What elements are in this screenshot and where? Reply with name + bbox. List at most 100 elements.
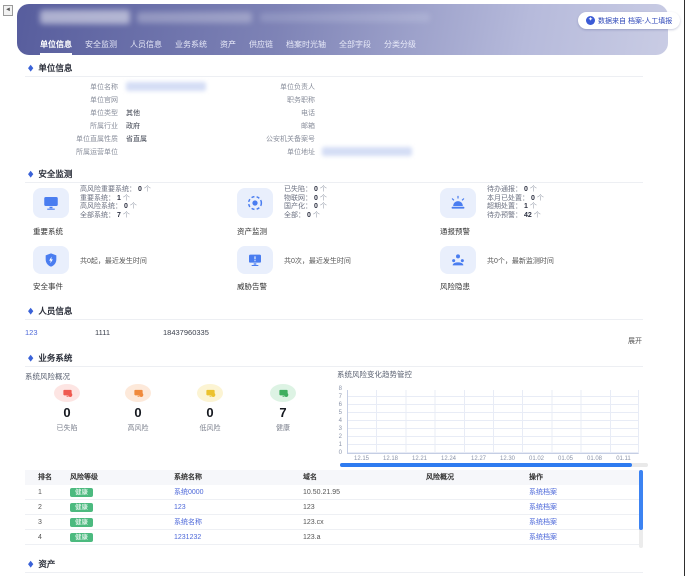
security-events-text: 共0起，最近发生时间	[80, 256, 147, 266]
stat-label: 待办预警：	[487, 212, 522, 219]
rank-cell: 4	[38, 530, 42, 545]
stat-value: 0	[524, 186, 528, 193]
card-label: 资产监测	[237, 226, 267, 237]
card-label: 通报预警	[440, 226, 470, 237]
chart-zoom-scrollbar-thumb[interactable]	[340, 463, 632, 467]
x-axis-tick: 01.11	[609, 456, 638, 462]
table-scrollbar-track[interactable]	[639, 470, 643, 548]
stat-unit: 个	[123, 212, 130, 219]
system-name-link[interactable]: 系统0000	[174, 485, 204, 500]
stat-label: 高风险重要系统：	[80, 186, 136, 193]
stat-unit: 个	[537, 195, 544, 202]
x-axis-tick: 12.21	[405, 456, 434, 462]
field-label: 电话	[228, 108, 315, 118]
stat-value: 7	[117, 212, 121, 219]
field-value: 其他	[126, 108, 226, 118]
divider	[25, 572, 643, 573]
system-archive-link[interactable]: 系统档案	[529, 530, 557, 545]
system-name-link[interactable]: 123	[174, 500, 186, 515]
monitor-alert-icon	[237, 246, 273, 274]
system-archive-link[interactable]: 系统档案	[529, 485, 557, 500]
col-header-risk-overview: 风险概况	[426, 470, 454, 485]
expand-button[interactable]: 展开	[612, 336, 642, 346]
header-banner: ✦ 数据来自 档案-人工填报 单位信息 安全监测 人员信息 业务系统 资产 供应…	[17, 4, 668, 55]
field-label: 单位类型	[30, 108, 118, 118]
tab-unit-info[interactable]: 单位信息	[40, 39, 72, 55]
col-header-system-name: 系统名称	[174, 470, 202, 485]
data-source-badge[interactable]: ✦ 数据来自 档案-人工填报	[578, 12, 680, 29]
collapse-panel-button[interactable]: ◄	[3, 5, 13, 16]
stat-caption: 已失陷	[47, 423, 87, 433]
tab-business-systems[interactable]: 业务系统	[175, 39, 207, 55]
system-archive-link[interactable]: 系统档案	[529, 500, 557, 515]
tab-assets[interactable]: 资产	[220, 39, 236, 55]
tab-personnel-info[interactable]: 人员信息	[130, 39, 162, 55]
section-header-unit-info: ◆ 单位信息	[28, 62, 72, 74]
card-label: 安全事件	[33, 281, 63, 292]
section-marker-icon: ◆	[28, 353, 33, 363]
alert-stats: 待办通报：0个 本月已处置：0个 超期处置：1个 待办预警：42个	[487, 186, 544, 220]
stat-value: 0	[314, 195, 318, 202]
y-axis-tick: 1	[328, 442, 342, 448]
personnel-name-link[interactable]: 123	[25, 328, 38, 337]
high-risk-status-icon	[125, 384, 151, 402]
tab-security-monitor[interactable]: 安全监测	[85, 39, 117, 55]
table-scrollbar-thumb[interactable]	[639, 470, 643, 530]
system-name-link[interactable]: 系统名称	[174, 515, 202, 530]
stat-unit: 个	[320, 203, 327, 210]
field-label: 所属运营单位	[30, 147, 118, 157]
system-archive-link[interactable]: 系统档案	[529, 515, 557, 530]
col-header-risk-level: 风险等级	[70, 470, 98, 485]
tab-archive-timeline[interactable]: 档案时光轴	[286, 39, 326, 55]
stat-number: 7	[263, 405, 303, 420]
stat-number: 0	[47, 405, 87, 420]
section-marker-icon: ◆	[28, 169, 33, 179]
field-label: 单位名称	[30, 82, 118, 92]
y-axis-tick: 6	[328, 402, 342, 408]
stat-label: 国产化：	[284, 203, 312, 210]
asset-monitor-icon	[237, 188, 273, 218]
tab-all-fields[interactable]: 全部字段	[339, 39, 371, 55]
compromised-status-icon	[54, 384, 80, 402]
section-marker-icon: ◆	[28, 63, 33, 73]
risk-level-badge: 健康	[70, 488, 93, 497]
alert-siren-icon	[440, 188, 476, 218]
stat-unit: 个	[130, 203, 137, 210]
x-axis-tick: 01.05	[551, 456, 580, 462]
card-label: 风险隐患	[440, 281, 470, 292]
tab-classification[interactable]: 分类分级	[384, 39, 416, 55]
divider	[25, 76, 643, 77]
section-marker-icon: ◆	[28, 306, 33, 316]
risk-level-badge: 健康	[70, 503, 93, 512]
y-axis-tick: 7	[328, 394, 342, 400]
stat-unit: 个	[144, 186, 151, 193]
asset-monitor-stats: 已失陷：0个 物联网：0个 国产化：0个 全部：0个	[284, 186, 327, 220]
rank-cell: 1	[38, 485, 42, 500]
y-axis-tick: 0	[328, 450, 342, 456]
redacted-unit-name	[126, 82, 206, 91]
stat-value: 0	[138, 186, 142, 193]
domain-cell: 123.a	[303, 530, 321, 545]
table-row: 4 健康 1231232 123.a 系统档案	[25, 530, 641, 545]
card-label: 重要系统	[33, 226, 63, 237]
tab-supply-chain[interactable]: 供应链	[249, 39, 273, 55]
risk-level-badge: 健康	[70, 533, 93, 542]
risk-hazards-text: 共0个，最新监测时间	[487, 256, 554, 266]
stat-label: 高风险系统：	[80, 203, 122, 210]
y-axis-tick: 4	[328, 418, 342, 424]
field-label: 公安机关备案号	[228, 134, 315, 144]
risk-cluster-icon	[440, 246, 476, 274]
col-header-domain: 域名	[303, 470, 317, 485]
shield-icon	[33, 246, 69, 274]
col-header-action: 操作	[529, 470, 543, 485]
stat-value: 42	[524, 212, 532, 219]
stat-label: 已失陷：	[284, 186, 312, 193]
section-title: 安全监测	[38, 168, 72, 180]
section-header-business: ◆ 业务系统	[28, 352, 72, 364]
section-title: 人员信息	[38, 305, 72, 317]
section-header-personnel: ◆ 人员信息	[28, 305, 72, 317]
stat-caption: 健康	[263, 423, 303, 433]
x-axis-tick: 01.08	[580, 456, 609, 462]
system-name-link[interactable]: 1231232	[174, 530, 201, 545]
chart-zoom-scrollbar-track[interactable]	[340, 463, 648, 467]
